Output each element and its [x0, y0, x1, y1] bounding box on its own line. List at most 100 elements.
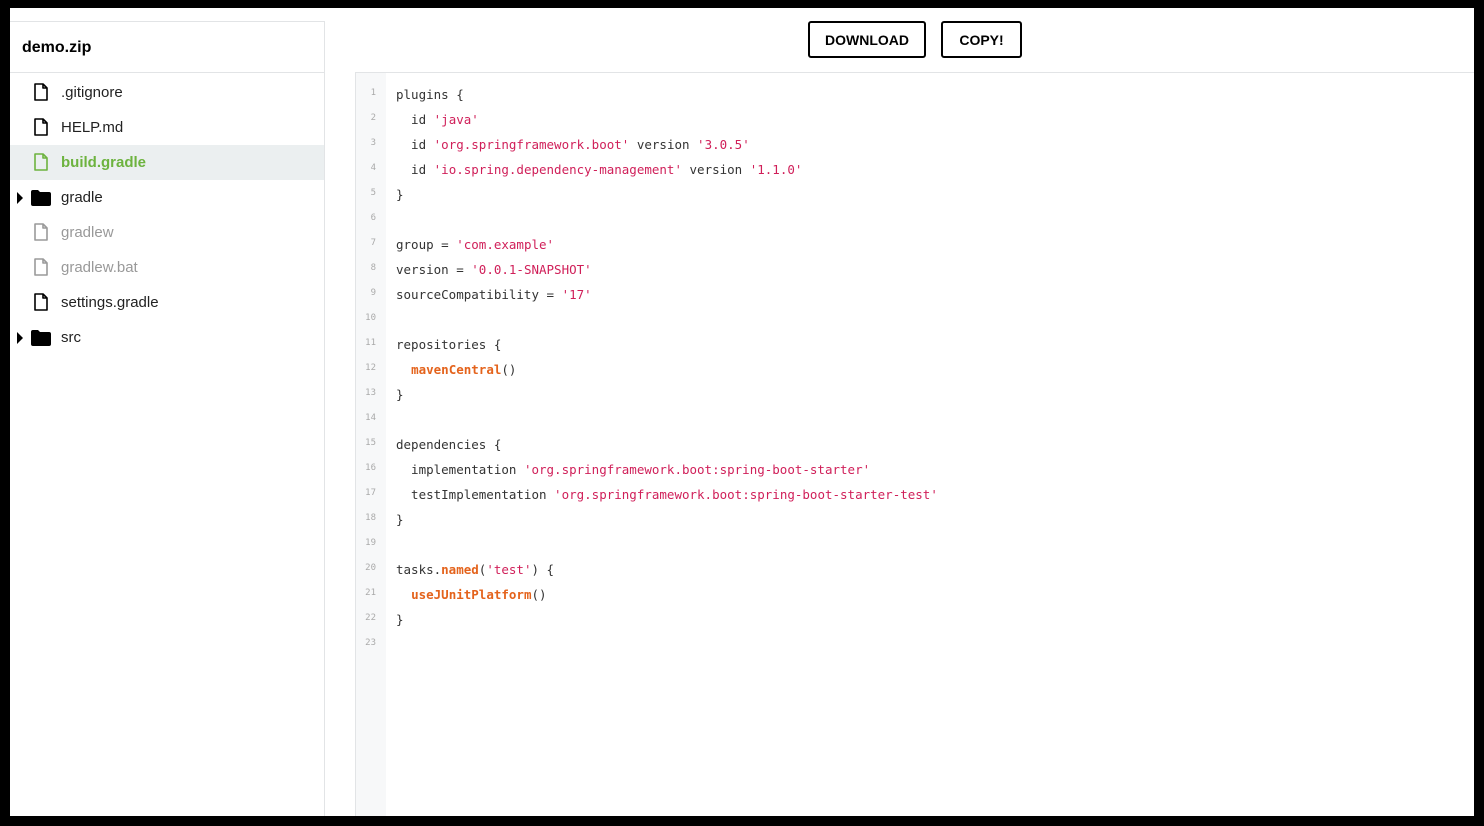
line-number: 19: [365, 538, 376, 548]
file-label: gradlew: [61, 224, 114, 241]
code-line: 11 repositories {: [356, 332, 1474, 357]
toolbar: DOWNLOAD COPY!: [10, 21, 1474, 58]
code-token: ) {: [531, 562, 555, 577]
code-line: 10: [356, 307, 1474, 332]
code-token: plugins {: [396, 87, 464, 102]
folder-item[interactable]: gradle: [10, 180, 324, 215]
code-token: (): [531, 587, 547, 602]
line-number: 18: [365, 513, 376, 523]
code-token: version =: [396, 262, 472, 277]
file-item[interactable]: settings.gradle: [10, 285, 324, 320]
string-token: 'io.spring.dependency-management': [433, 162, 682, 177]
file-label: HELP.md: [61, 119, 124, 136]
string-token: '3.0.5': [697, 137, 750, 152]
function-token: named: [441, 562, 479, 577]
file-label: build.gradle: [61, 154, 147, 171]
file-label: src: [61, 329, 81, 346]
expand-caret-icon[interactable]: [17, 192, 23, 204]
file-icon: [34, 83, 48, 105]
file-item[interactable]: gradlew: [10, 215, 324, 250]
download-button[interactable]: DOWNLOAD: [808, 21, 926, 58]
code-line: 14: [356, 407, 1474, 432]
code-line: 7 group = 'com.example': [356, 232, 1474, 257]
file-tree-sidebar: demo.zip .gitignore HELP.md build.gradle gr…: [10, 21, 325, 816]
line-number: 23: [365, 638, 376, 648]
folder-item[interactable]: src: [10, 320, 324, 355]
code-line: 12 mavenCentral(): [356, 357, 1474, 382]
file-label: gradle: [61, 189, 103, 206]
line-number: 9: [370, 288, 376, 298]
file-item[interactable]: gradlew.bat: [10, 250, 324, 285]
code-line: 8 version = '0.0.1-SNAPSHOT': [356, 257, 1474, 282]
folder-icon: [31, 330, 51, 350]
line-number: 4: [370, 163, 376, 173]
code-token: testImplementation: [396, 487, 555, 502]
function-token: useJUnitPlatform: [411, 587, 532, 602]
line-number: 15: [365, 438, 376, 448]
code-text: id 'java': [396, 112, 479, 127]
line-number: 16: [365, 463, 376, 473]
file-icon: [34, 223, 48, 245]
folder-icon: [31, 190, 51, 210]
file-label: .gitignore: [61, 84, 123, 101]
copy-button[interactable]: COPY!: [941, 21, 1022, 58]
code-token: dependencies {: [396, 437, 502, 452]
code-line: 18}: [356, 507, 1474, 532]
app-window: demo.zip .gitignore HELP.md build.gradle gr…: [10, 8, 1474, 816]
code-lines: 1 plugins { 2 id 'java' 3 id 'org.springfra…: [356, 82, 1474, 657]
code-token: id: [396, 162, 434, 177]
code-text: implementation 'org.springframework.boot…: [396, 462, 870, 477]
file-label: settings.gradle: [61, 294, 159, 311]
file-icon: [34, 258, 48, 280]
file-tree: .gitignore HELP.md build.gradle gradle gradl…: [10, 73, 324, 355]
line-number: 1: [370, 88, 376, 98]
code-line: 20 tasks.named('test') {: [356, 557, 1474, 582]
string-token: 'org.springframework.boot:spring-boot-st…: [523, 462, 871, 477]
code-token: implementation: [396, 462, 524, 477]
code-text: }: [396, 187, 404, 202]
code-line: 9 sourceCompatibility = '17': [356, 282, 1474, 307]
file-item[interactable]: HELP.md: [10, 110, 324, 145]
file-label: gradlew.bat: [61, 259, 138, 276]
expand-caret-icon[interactable]: [17, 332, 23, 344]
line-number: 12: [365, 363, 376, 373]
code-token: version: [629, 137, 698, 152]
string-token: '17': [561, 287, 592, 302]
code-text: }: [396, 387, 404, 402]
code-text: id 'org.springframework.boot' version '3…: [396, 137, 750, 152]
code-line: 4 id 'io.spring.dependency-management' v…: [356, 157, 1474, 182]
code-token: }: [396, 187, 404, 202]
code-editor[interactable]: 1 plugins { 2 id 'java' 3 id 'org.springfra…: [355, 72, 1474, 816]
code-token: }: [396, 612, 404, 627]
function-token: mavenCentral: [411, 362, 502, 377]
string-token: 'java': [433, 112, 479, 127]
code-text: group = 'com.example': [396, 237, 554, 252]
file-icon: [34, 118, 48, 140]
code-line: 23: [356, 632, 1474, 657]
line-number: 22: [365, 613, 376, 623]
code-line: 15 dependencies {: [356, 432, 1474, 457]
file-item[interactable]: build.gradle: [10, 145, 324, 180]
code-token: tasks.: [396, 562, 442, 577]
code-token: (): [501, 362, 517, 377]
code-text: sourceCompatibility = '17': [396, 287, 592, 302]
line-number: 6: [370, 213, 376, 223]
string-token: '1.1.0': [749, 162, 803, 177]
code-line: 3 id 'org.springframework.boot' version …: [356, 132, 1474, 157]
file-item[interactable]: .gitignore: [10, 75, 324, 110]
string-token: 'org.springframework.boot': [433, 137, 630, 152]
line-number: 5: [370, 188, 376, 198]
line-number: 10: [365, 313, 376, 323]
line-number: 13: [365, 388, 376, 398]
line-number: 3: [370, 138, 376, 148]
line-number: 14: [365, 413, 376, 423]
line-number: 2: [370, 113, 376, 123]
code-text: dependencies {: [396, 437, 501, 452]
line-number: 21: [365, 588, 376, 598]
string-token: '0.0.1-SNAPSHOT': [471, 262, 592, 277]
code-token: repositories {: [396, 337, 502, 352]
code-text: plugins {: [396, 87, 464, 102]
line-number: 17: [365, 488, 376, 498]
